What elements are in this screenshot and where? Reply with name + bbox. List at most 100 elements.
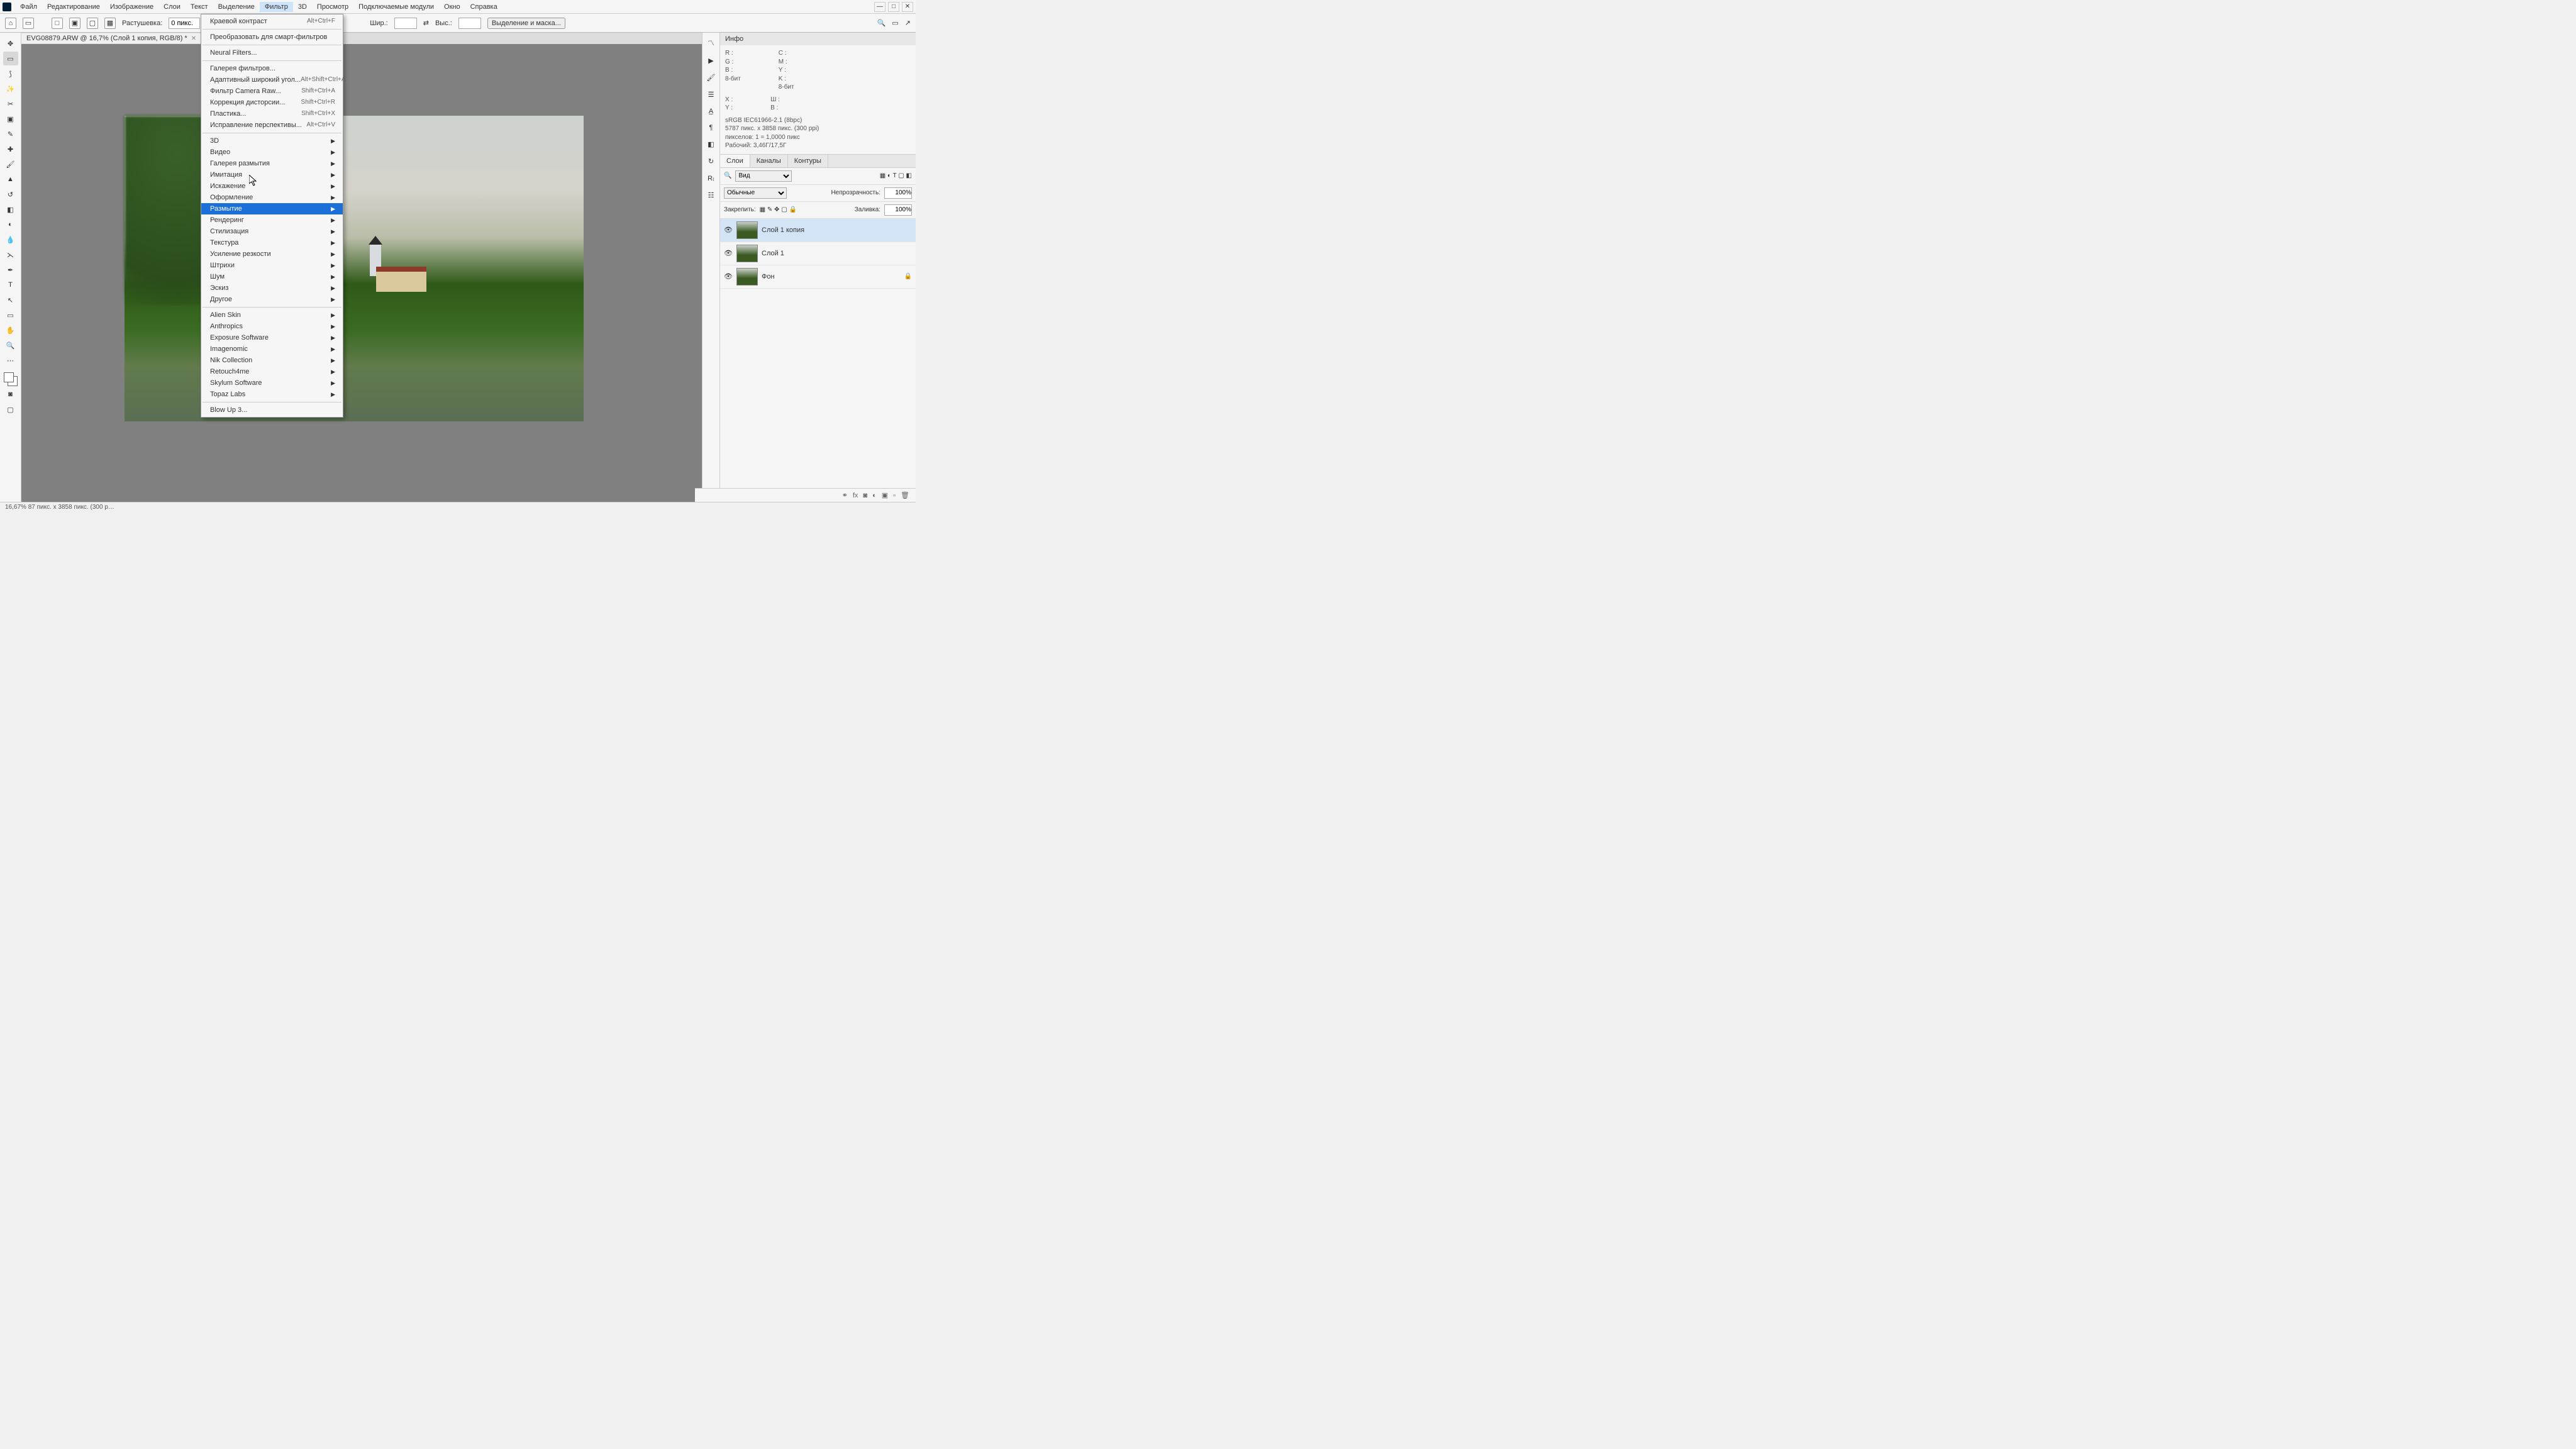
menuitem-exposure-software[interactable]: Exposure Software▶ [201, 332, 343, 343]
menuitem-шум[interactable]: Шум▶ [201, 271, 343, 282]
layer-row[interactable]: 👁Слой 1 [720, 242, 916, 265]
hand-tool[interactable]: ✋ [3, 323, 18, 337]
menu-слои[interactable]: Слои [158, 2, 186, 12]
brush-settings-icon[interactable]: 🖌 [707, 74, 716, 82]
menuitem-neural-filters-[interactable]: Neural Filters... [201, 47, 343, 58]
menuitem-nik-collection[interactable]: Nik Collection▶ [201, 355, 343, 366]
history-brush-tool[interactable]: ↺ [3, 187, 18, 201]
frame-tool[interactable]: ▣ [3, 112, 18, 126]
dodge-tool[interactable]: ⋋ [3, 248, 18, 262]
menuitem-исправление-перспективы-[interactable]: Исправление перспективы...Alt+Ctrl+V [201, 119, 343, 131]
menuitem-рендеринг[interactable]: Рендеринг▶ [201, 214, 343, 226]
feather-input[interactable] [169, 18, 200, 29]
menuitem-blow-up-3-[interactable]: Blow Up 3... [201, 404, 343, 416]
select-and-mask-button[interactable]: Выделение и маска... [487, 18, 565, 29]
menuitem-другое[interactable]: Другое▶ [201, 294, 343, 305]
group-icon[interactable]: ▣ [882, 491, 888, 499]
canvas-image[interactable] [125, 116, 584, 421]
workspace-icon[interactable]: ▭ [892, 19, 898, 27]
close-button[interactable]: ✕ [902, 2, 913, 12]
character-icon[interactable]: A̲ [709, 108, 713, 115]
menuitem-оформление[interactable]: Оформление▶ [201, 192, 343, 203]
layer-row[interactable]: 👁Слой 1 копия [720, 219, 916, 242]
layer-kind-select[interactable]: Вид [735, 170, 792, 182]
ruler-icon[interactable]: R₍ [708, 174, 714, 182]
menuitem-видео[interactable]: Видео▶ [201, 147, 343, 158]
menuitem-3d[interactable]: 3D▶ [201, 135, 343, 147]
crop-tool[interactable]: ✂ [3, 97, 18, 111]
visibility-icon[interactable]: 👁 [724, 272, 733, 280]
libraries-icon[interactable]: ◧ [708, 140, 714, 148]
search-icon[interactable]: 🔍 [877, 19, 886, 27]
tab-channels[interactable]: Каналы [750, 155, 788, 167]
delete-layer-icon[interactable]: 🗑 [901, 491, 909, 499]
fill-input[interactable] [884, 204, 912, 216]
maximize-button[interactable]: □ [888, 2, 899, 12]
eraser-tool[interactable]: ◧ [3, 203, 18, 216]
menu-справка[interactable]: Справка [465, 2, 502, 12]
menuitem-искажение[interactable]: Искажение▶ [201, 180, 343, 192]
adjustment-layer-icon[interactable]: ◐ [872, 492, 877, 499]
properties-icon[interactable]: ☷ [708, 191, 714, 199]
minimize-button[interactable]: — [874, 2, 886, 12]
visibility-icon[interactable]: 👁 [724, 226, 733, 234]
pen-tool[interactable]: ✒ [3, 263, 18, 277]
sel-subtract-icon[interactable]: ▢ [87, 18, 98, 29]
menu-просмотр[interactable]: Просмотр [312, 2, 353, 12]
menuitem-retouch4me[interactable]: Retouch4me▶ [201, 366, 343, 377]
layer-row[interactable]: 👁Фон🔒 [720, 265, 916, 289]
brush-tool[interactable]: 🖌 [3, 157, 18, 171]
actions-icon[interactable]: ▶ [708, 57, 713, 65]
menu-окно[interactable]: Окно [439, 2, 465, 12]
type-tool[interactable]: T [3, 278, 18, 292]
healing-tool[interactable]: ✚ [3, 142, 18, 156]
menuitem-галерея-размытия[interactable]: Галерея размытия▶ [201, 158, 343, 169]
quickmask-icon[interactable]: ◙ [3, 387, 18, 401]
blend-mode-select[interactable]: Обычные [724, 187, 787, 199]
width-input[interactable] [394, 18, 417, 29]
menuitem-имитация[interactable]: Имитация▶ [201, 169, 343, 180]
home-icon[interactable]: ⌂ [5, 18, 16, 29]
zoom-tool[interactable]: 🔍 [3, 338, 18, 352]
menu-текст[interactable]: Текст [186, 2, 213, 12]
menu-подключаемые модули[interactable]: Подключаемые модули [353, 2, 439, 12]
adjustments-icon[interactable]: ☰ [708, 91, 714, 99]
shape-tool[interactable]: ▭ [3, 308, 18, 322]
menuitem-стилизация[interactable]: Стилизация▶ [201, 226, 343, 237]
menuitem-галерея-фильтров-[interactable]: Галерея фильтров... [201, 63, 343, 74]
menuitem-anthropics[interactable]: Anthropics▶ [201, 321, 343, 332]
tab-layers[interactable]: Слои [720, 155, 750, 167]
marquee-tool[interactable]: ▭ [3, 52, 18, 65]
opacity-input[interactable] [884, 187, 912, 199]
fx-icon[interactable]: fx [853, 492, 858, 499]
sel-add-icon[interactable]: ▣ [69, 18, 80, 29]
menuitem-штрихи[interactable]: Штрихи▶ [201, 260, 343, 271]
menu-3d[interactable]: 3D [293, 2, 312, 12]
share-icon[interactable]: ↗ [905, 19, 911, 27]
menu-редактирование[interactable]: Редактирование [42, 2, 105, 12]
menuitem-skylum-software[interactable]: Skylum Software▶ [201, 377, 343, 389]
menuitem-адаптивный-широкий-угол-[interactable]: Адаптивный широкий угол...Alt+Shift+Ctrl… [201, 74, 343, 86]
paragraph-icon[interactable]: ¶ [709, 124, 713, 131]
menu-изображение[interactable]: Изображение [105, 2, 158, 12]
menuitem-размытие[interactable]: Размытие▶ [201, 203, 343, 214]
visibility-icon[interactable]: 👁 [724, 249, 733, 257]
gradient-tool[interactable]: ◐ [3, 218, 18, 231]
eyedropper-tool[interactable]: ✎ [3, 127, 18, 141]
menuitem-текстура[interactable]: Текстура▶ [201, 237, 343, 248]
menuitem-фильтр-camera-raw-[interactable]: Фильтр Camera Raw...Shift+Ctrl+A [201, 86, 343, 97]
menu-файл[interactable]: Файл [15, 2, 42, 12]
stamp-tool[interactable]: ▲ [3, 172, 18, 186]
link-layers-icon[interactable]: ⚭ [842, 491, 848, 499]
tab-paths[interactable]: Контуры [788, 155, 828, 167]
swap-icon[interactable]: ⇄ [423, 19, 429, 27]
lasso-tool[interactable]: ⟆ [3, 67, 18, 80]
menuitem-преобразовать-для-смарт-фильтров[interactable]: Преобразовать для смарт-фильтров [201, 31, 343, 43]
menu-выделение[interactable]: Выделение [213, 2, 260, 12]
menuitem-topaz-labs[interactable]: Topaz Labs▶ [201, 389, 343, 400]
more-tools[interactable]: ⋯ [3, 353, 18, 367]
mask-icon[interactable]: ◙ [863, 492, 867, 499]
menuitem-эскиз[interactable]: Эскиз▶ [201, 282, 343, 294]
sel-intersect-icon[interactable]: ▦ [104, 18, 116, 29]
menuitem-усиление-резкости[interactable]: Усиление резкости▶ [201, 248, 343, 260]
